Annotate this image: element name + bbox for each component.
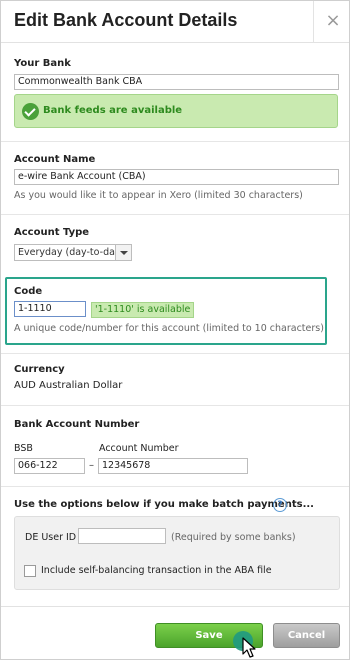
section-divider [1, 486, 349, 487]
section-divider [1, 141, 349, 142]
account-number-input[interactable]: 12345678 [98, 458, 248, 474]
de-user-id-label: DE User ID [25, 532, 77, 543]
cancel-button[interactable]: Cancel [273, 623, 340, 648]
bsb-label: BSB [14, 443, 33, 454]
self-balancing-checkbox[interactable] [24, 565, 36, 577]
dialog-header: Edit Bank Account Details × [1, 1, 349, 43]
code-input[interactable]: 1-1110 [14, 301, 86, 317]
dialog-title: Edit Bank Account Details [14, 10, 238, 30]
account-number-label: Account Number [99, 443, 179, 454]
header-divider [313, 1, 314, 43]
account-type-label: Account Type [14, 227, 90, 238]
de-user-id-note: (Required by some banks) [171, 532, 296, 543]
code-availability-badge: '1-1110' is available [91, 302, 195, 318]
currency-label: Currency [14, 364, 65, 375]
de-user-id-input[interactable] [78, 528, 166, 544]
batch-options-panel [14, 516, 340, 590]
close-icon[interactable]: × [321, 9, 345, 33]
section-divider [1, 214, 349, 215]
account-type-select[interactable]: Everyday (day-to-day) [14, 244, 132, 261]
your-bank-label: Your Bank [14, 58, 71, 69]
your-bank-field[interactable]: Commonwealth Bank CBA [14, 74, 339, 90]
code-help: A unique code/number for this account (l… [14, 323, 324, 334]
chevron-down-icon[interactable] [115, 245, 131, 260]
check-circle-icon [22, 103, 39, 120]
batch-payments-heading: Use the options below if you make batch … [14, 499, 314, 510]
bsb-separator: – [89, 460, 94, 471]
account-name-help: As you would like it to appear in Xero (… [14, 190, 303, 201]
bank-account-number-label: Bank Account Number [14, 419, 140, 430]
code-label: Code [14, 286, 43, 297]
section-divider [1, 353, 349, 354]
section-divider [1, 405, 349, 406]
edit-bank-account-dialog: Edit Bank Account Details × Your Bank Co… [0, 0, 350, 660]
currency-value: AUD Australian Dollar [14, 380, 123, 391]
mouse-pointer-icon [242, 637, 256, 658]
account-name-input[interactable]: e-wire Bank Account (CBA) [14, 169, 339, 185]
bsb-input[interactable]: 066-122 [14, 458, 85, 474]
self-balancing-label[interactable]: Include self-balancing transaction in th… [41, 565, 272, 576]
account-type-selected: Everyday (day-to-day) [18, 247, 125, 258]
account-name-label: Account Name [14, 154, 96, 165]
bank-feeds-banner: Bank feeds are available [14, 94, 338, 128]
bank-feeds-message: Bank feeds are available [43, 105, 183, 116]
help-icon[interactable]: ? [273, 498, 287, 512]
